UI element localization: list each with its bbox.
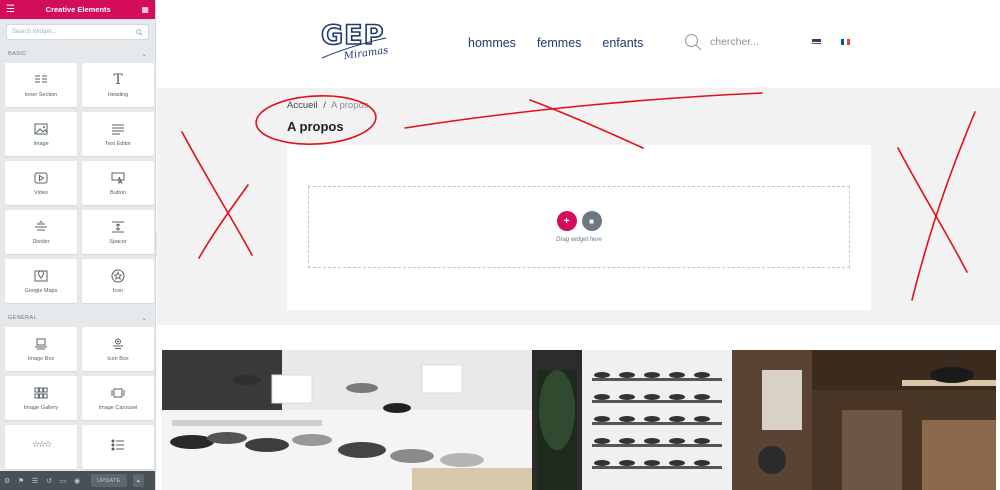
hamburger-icon[interactable]: ☰	[6, 4, 15, 15]
widget-grid-general: Image Box Icon Box Image Gallery Image C…	[0, 327, 155, 469]
widget-grid-basic: Inner Section T Heading Image Text Edito…	[0, 63, 155, 303]
image-box-icon	[34, 337, 48, 351]
category-basic[interactable]: BASIC ⌄	[0, 45, 155, 63]
site-search[interactable]: chercher...	[684, 33, 759, 51]
search-icon	[684, 33, 702, 51]
widget-label: Heading	[107, 91, 129, 98]
flag-us-icon[interactable]	[812, 39, 821, 45]
widget-label: Image Carousel	[98, 404, 138, 411]
main-nav: hommes femmes enfants	[468, 36, 643, 50]
map-icon	[34, 269, 48, 283]
responsive-desktop-icon[interactable]: ▭	[59, 477, 67, 485]
gallery-icon	[34, 386, 48, 400]
flag-fr-icon[interactable]	[841, 39, 850, 45]
widget-label: Inner Section	[24, 91, 58, 98]
page-content-band: Accueil / A propos A propos + ■ Drag wid…	[157, 88, 1000, 325]
widget-label: Divider	[32, 238, 50, 245]
widget-inner-section[interactable]: Inner Section	[5, 63, 77, 107]
site-logo[interactable]: GEP Miramas	[320, 16, 388, 62]
site-header: GEP Miramas hommes femmes enfants cherch…	[157, 0, 1000, 88]
widget-label: Video	[34, 189, 48, 196]
chevron-down-icon: ⌄	[141, 315, 147, 322]
widget-label: Image	[33, 140, 49, 147]
widget-label: Icon Box	[107, 355, 129, 362]
drop-hint: Drag widget here	[556, 237, 602, 243]
nav-link-enfants[interactable]: enfants	[602, 36, 643, 50]
nav-link-femmes[interactable]: femmes	[537, 36, 581, 50]
sidebar-footer: ⚙ ⚑ ☰ ↺ ▭ ◉ UPDATE ▲	[0, 471, 155, 490]
widget-star-rating[interactable]: ☆☆☆	[5, 425, 77, 469]
layers-icon[interactable]: ☰	[31, 477, 39, 485]
widget-label: Image Box	[27, 355, 55, 362]
update-button[interactable]: UPDATE	[91, 474, 127, 487]
widget-search-placeholder: Search Widget...	[12, 29, 57, 35]
button-icon	[111, 171, 125, 185]
store-photo-image	[162, 350, 996, 490]
carousel-icon	[111, 386, 125, 400]
widget-icon[interactable]: Icon	[82, 259, 154, 303]
breadcrumb-separator: /	[323, 100, 326, 111]
language-switcher	[812, 39, 850, 45]
widget-label: Image Gallery	[23, 404, 59, 411]
add-section-button[interactable]: +	[556, 211, 577, 231]
image-icon	[34, 122, 48, 136]
video-icon	[34, 171, 48, 185]
star-rating-icon: ☆☆☆	[31, 439, 52, 449]
widget-text-editor[interactable]: Text Editor	[82, 112, 154, 156]
search-icon	[136, 28, 143, 36]
add-template-button[interactable]: ■	[581, 211, 602, 231]
breadcrumb-current: A propos	[331, 100, 369, 111]
spacer-icon	[111, 220, 125, 234]
widget-label: Text Editor	[105, 140, 131, 147]
sidebar-title: Creative Elements	[45, 5, 111, 14]
widget-image-gallery[interactable]: Image Gallery	[5, 376, 77, 420]
chevron-up-icon[interactable]: ▲	[132, 474, 144, 487]
sidebar-header: ☰ Creative Elements ▦	[0, 0, 155, 19]
category-label: GENERAL	[8, 315, 38, 321]
widget-drop-zone[interactable]: + ■ Drag widget here	[308, 186, 850, 268]
search-placeholder: chercher...	[710, 36, 760, 48]
breadcrumb: Accueil / A propos	[287, 100, 369, 111]
widget-icon-box[interactable]: Icon Box	[82, 327, 154, 371]
widget-label: Google Maps	[24, 287, 58, 294]
plus-icon: +	[563, 215, 570, 227]
widget-image-box[interactable]: Image Box	[5, 327, 77, 371]
category-general[interactable]: GENERAL ⌄	[0, 309, 155, 327]
columns-icon	[34, 73, 48, 87]
widget-icon-list[interactable]	[82, 425, 154, 469]
widget-label: Icon	[112, 287, 124, 294]
widget-search-input[interactable]: Search Widget...	[6, 24, 149, 40]
widget-heading[interactable]: T Heading	[82, 63, 154, 107]
folder-icon: ■	[589, 216, 594, 226]
widget-spacer[interactable]: Spacer	[82, 210, 154, 254]
breadcrumb-home-link[interactable]: Accueil	[287, 100, 318, 111]
widget-divider[interactable]: Divider	[5, 210, 77, 254]
text-editor-icon	[111, 122, 125, 136]
divider-icon	[34, 220, 48, 234]
editor-section[interactable]: + ■ Drag widget here	[287, 145, 871, 310]
heading-icon: T	[113, 71, 123, 88]
category-label: BASIC	[8, 51, 27, 57]
page-title: A propos	[287, 119, 344, 134]
preview-eye-icon[interactable]: ◉	[73, 477, 81, 485]
navigator-flag-icon[interactable]: ⚑	[17, 477, 25, 485]
icon-box-icon	[111, 337, 125, 351]
apps-grid-icon[interactable]: ▦	[141, 5, 149, 14]
icon-list-icon	[111, 438, 125, 452]
widget-image-carousel[interactable]: Image Carousel	[82, 376, 154, 420]
settings-gear-icon[interactable]: ⚙	[3, 477, 11, 485]
chevron-down-icon: ⌄	[141, 51, 147, 58]
widget-label: Button	[110, 189, 126, 196]
editor-sidebar: ☰ Creative Elements ▦ Search Widget... B…	[0, 0, 156, 490]
star-icon	[111, 269, 125, 283]
widget-image[interactable]: Image	[5, 112, 77, 156]
widget-label: Spacer	[109, 238, 127, 245]
history-icon[interactable]: ↺	[45, 477, 53, 485]
nav-link-hommes[interactable]: hommes	[468, 36, 516, 50]
widget-google-maps[interactable]: Google Maps	[5, 259, 77, 303]
widget-button[interactable]: Button	[82, 161, 154, 205]
page-preview: GEP Miramas hommes femmes enfants cherch…	[157, 0, 1000, 490]
widget-video[interactable]: Video	[5, 161, 77, 205]
